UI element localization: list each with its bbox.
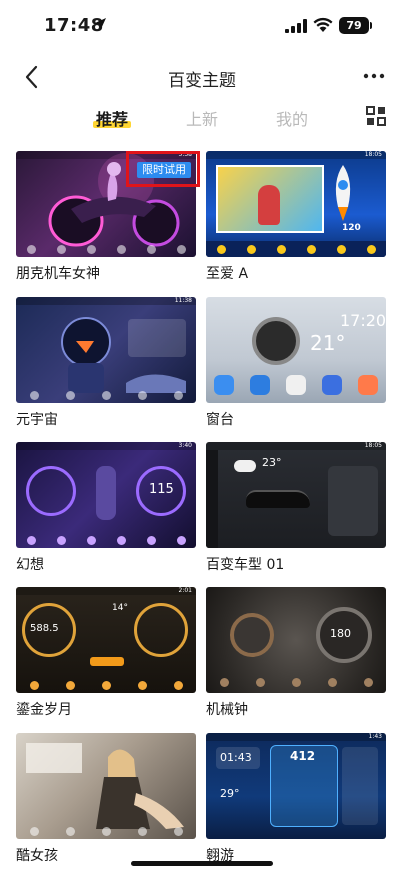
limited-trial-badge[interactable]: 限时试用: [137, 162, 191, 178]
theme-thumbnail: 18:05 23°: [206, 442, 386, 548]
clock-value: 180: [330, 627, 351, 640]
speed-readout: 115: [149, 482, 174, 497]
thumb-status-text: 18:05: [206, 151, 386, 159]
theme-card-windowsill[interactable]: 17:20 21° 窗台: [206, 297, 386, 428]
home-indicator[interactable]: [131, 861, 273, 866]
thumb-dock: [16, 677, 196, 693]
thumb-time-text: 17:20: [340, 311, 386, 330]
theme-name: 朋克机车女神: [16, 266, 100, 282]
thumb-status-text: 2:01: [16, 587, 196, 595]
app-dock: [206, 373, 386, 397]
battery-tip: [370, 22, 372, 29]
theme-thumbnail: 3:40 115: [16, 442, 196, 548]
theme-name: 百变车型 01: [206, 557, 285, 573]
left-dial: [26, 466, 76, 516]
weather-cloud: [234, 460, 256, 472]
bottom-controls: [206, 675, 386, 689]
cellular-signal-icon: [285, 19, 307, 33]
photo-panel: [216, 165, 324, 233]
left-gear-dial: [230, 613, 274, 657]
girl-figure: [258, 185, 280, 225]
theme-thumbnail: [16, 733, 196, 839]
theme-thumbnail: 17:20 21°: [206, 297, 386, 403]
thumb-speed-text: 120: [342, 223, 361, 233]
location-arrow-icon: [94, 18, 106, 30]
theme-name: 至爱 A: [206, 266, 249, 282]
theme-thumbnail: 18:05 120: [206, 151, 386, 257]
wifi-icon: [313, 17, 333, 32]
thumb-dock: [16, 241, 196, 257]
theme-card-fantasy[interactable]: 3:40 115 幻想: [16, 442, 196, 573]
battery-indicator: 79: [339, 17, 369, 34]
left-rail: [206, 450, 218, 548]
right-gauge: [134, 603, 188, 657]
theme-thumbnail: 2:01 588.5 14°: [16, 587, 196, 693]
tab-new[interactable]: 上新: [186, 106, 218, 130]
tab-label: 我的: [276, 110, 309, 129]
theme-thumbnail: 180: [206, 587, 386, 693]
theme-name: 酷女孩: [16, 848, 58, 864]
thumb-dock: [16, 387, 196, 403]
tab-mine[interactable]: 我的: [276, 106, 308, 130]
theme-card-soaring[interactable]: 1:43 01:43 29° 412 翱游: [206, 733, 386, 864]
thumb-temp-text: 21°: [310, 331, 346, 355]
theme-card-metaverse[interactable]: 11:38 元宇宙: [16, 297, 196, 428]
car-silhouette: [96, 466, 116, 520]
theme-card-mechanical-clock[interactable]: 180 机械钟: [206, 587, 386, 718]
more-menu-icon[interactable]: [360, 66, 388, 86]
category-grid-icon[interactable]: [366, 106, 386, 126]
theme-thumbnail: 11:38: [16, 297, 196, 403]
theme-card-car-model-01[interactable]: 18:05 23° 百变车型 01: [206, 442, 386, 573]
thumb-dock: [16, 823, 196, 839]
top-navigation-bar: 百变主题: [0, 56, 404, 96]
thumb-dock: [16, 532, 196, 548]
theme-name: 幻想: [16, 557, 44, 573]
tab-recommend[interactable]: 推荐: [93, 106, 132, 130]
gauge-value: 588.5: [30, 623, 59, 634]
theme-thumbnail: 1:43 01:43 29° 412: [206, 733, 386, 839]
theme-card-golden-years[interactable]: 2:01 588.5 14° 鎏金岁月: [16, 587, 196, 718]
theme-name: 机械钟: [206, 702, 248, 718]
speed-value: 412: [290, 749, 316, 763]
thumb-dock: [206, 241, 386, 257]
tab-label: 推荐: [96, 110, 129, 129]
thumb-status-text: 18:05: [206, 442, 386, 450]
right-panel: [342, 747, 378, 825]
thumb-temp-text: 23°: [262, 456, 282, 469]
orange-pill: [90, 657, 124, 666]
music-disc: [252, 317, 300, 365]
theme-card-cool-girl[interactable]: 酷女孩: [16, 733, 196, 864]
sports-car: [246, 490, 310, 508]
theme-card-zhiai-a[interactable]: 18:05 120 至爱 A: [206, 151, 386, 282]
thumb-temp-text: 14°: [112, 603, 128, 613]
music-widget: [328, 466, 378, 536]
theme-name: 窗台: [206, 412, 234, 428]
thumb-status-text: 1:43: [206, 733, 386, 741]
thumb-status-text: 3:40: [16, 442, 196, 450]
theme-name: 元宇宙: [16, 412, 58, 428]
thumb-temp-text: 29°: [220, 787, 240, 800]
rocket-icon: [335, 165, 351, 221]
page-title: 百变主题: [168, 71, 236, 91]
clock-time: 01:43: [220, 751, 252, 764]
theme-tabs: 推荐 上新 我的: [0, 106, 404, 138]
tab-label: 上新: [186, 110, 219, 129]
theme-name: 鎏金岁月: [16, 702, 72, 718]
status-bar: 17:48 79: [0, 0, 404, 52]
media-panel: [128, 319, 186, 357]
